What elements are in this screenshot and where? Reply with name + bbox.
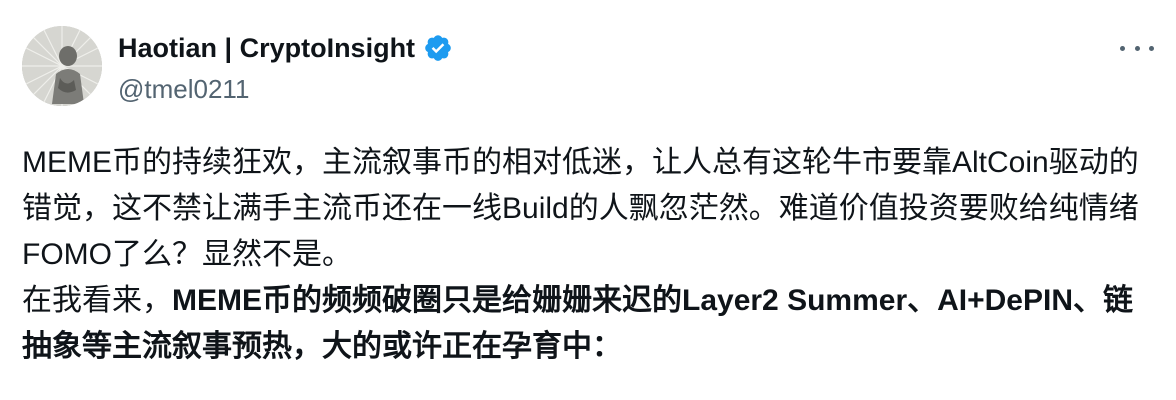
more-horizontal-icon-dot — [1149, 45, 1154, 51]
author-name-text[interactable]: Haotian | CryptoInsight — [118, 30, 415, 66]
tweet-card: Haotian | CryptoInsight @tmel0211 MEME币的… — [0, 0, 1176, 400]
more-horizontal-icon — [1120, 45, 1125, 51]
tweet-text: MEME币的持续狂欢，主流叙事币的相对低迷，让人总有这轮牛市要靠AltCoin驱… — [22, 140, 1162, 370]
more-horizontal-icon-dot — [1134, 45, 1140, 51]
author-avatar[interactable] — [22, 26, 102, 106]
tweet-paragraph-2: 在我看来，MEME币的频频破圈只是给姗姗来迟的Layer2 Summer、AI+… — [22, 278, 1162, 370]
author-handle[interactable]: @tmel0211 — [118, 72, 249, 106]
author-name[interactable]: Haotian | CryptoInsight — [118, 30, 453, 66]
avatar-image — [22, 26, 102, 106]
tweet-paragraph-1: MEME币的持续狂欢，主流叙事币的相对低迷，让人总有这轮牛市要靠AltCoin驱… — [22, 146, 1139, 271]
tweet-paragraph-2-bold: MEME币的频频破圈只是给姗姗来迟的Layer2 Summer、AI+DePIN… — [22, 284, 1133, 363]
tweet-paragraph-2-intro: 在我看来， — [22, 284, 172, 317]
more-options-button[interactable] — [1120, 36, 1154, 60]
verified-badge-icon — [425, 35, 451, 61]
